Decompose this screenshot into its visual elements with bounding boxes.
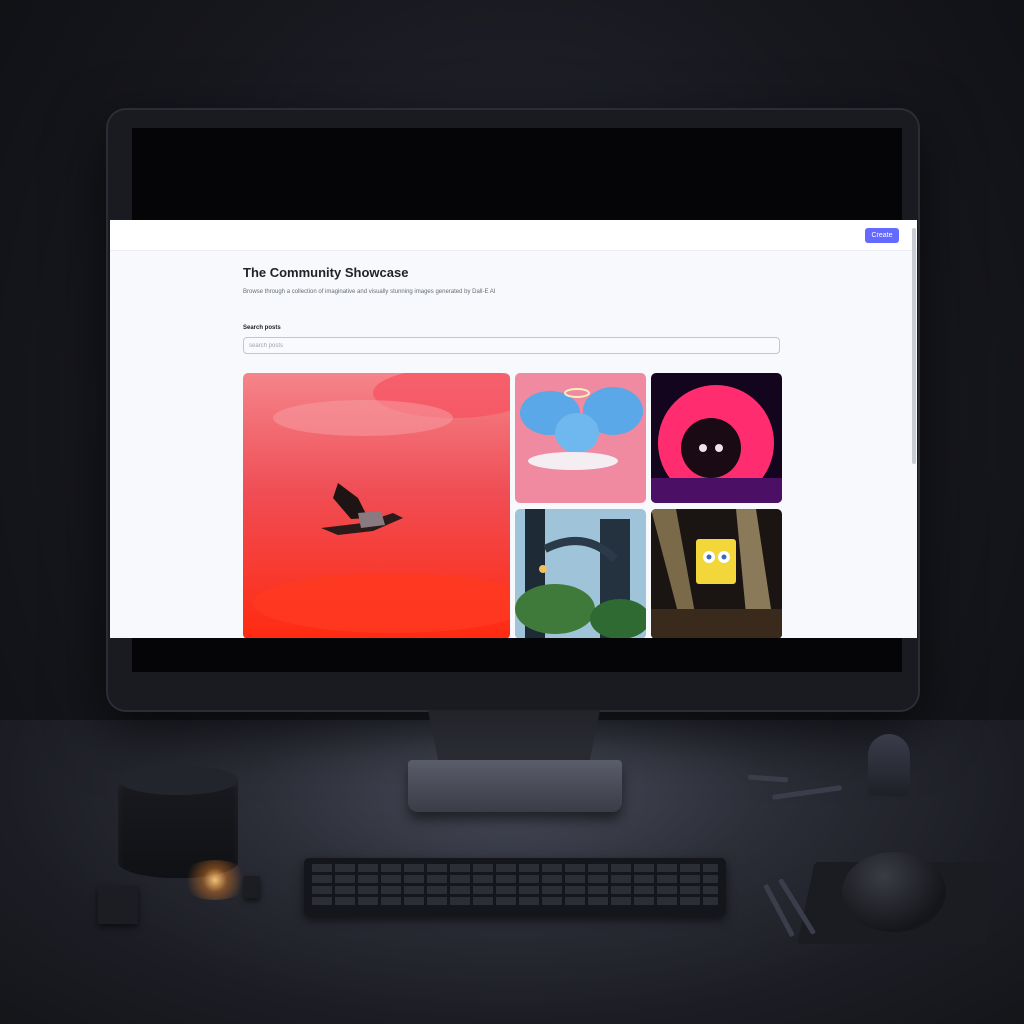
page-title: The Community Showcase xyxy=(243,265,409,280)
search-input[interactable] xyxy=(243,337,780,354)
keyboard xyxy=(304,858,726,916)
gallery-card-sponge[interactable] xyxy=(651,509,782,638)
gallery-card-hedgehog[interactable] xyxy=(651,373,782,503)
hedgehog-image xyxy=(651,373,782,503)
monitor-stand-base xyxy=(408,760,622,812)
keyboard-row xyxy=(312,886,718,894)
bird-image xyxy=(243,373,510,638)
gallery-card-bird[interactable] xyxy=(243,373,510,638)
navbar: Create xyxy=(110,220,917,251)
page-subtitle: Browse through a collection of imaginati… xyxy=(243,289,496,295)
lamp-glow xyxy=(180,860,250,900)
app-window: Create The Community Showcase Browse thr… xyxy=(110,220,917,638)
search-label: Search posts xyxy=(243,325,281,331)
gallery-card-jungle[interactable] xyxy=(515,509,646,638)
desk-cube xyxy=(98,886,138,924)
jungle-image xyxy=(515,509,646,638)
keyboard-row xyxy=(312,864,718,872)
gallery-card-elephant[interactable] xyxy=(515,373,646,503)
keyboard-row xyxy=(312,875,718,883)
elephant-image xyxy=(515,373,646,503)
monitor-bezel-bottom xyxy=(132,638,902,672)
mouse xyxy=(842,852,946,932)
speaker-top xyxy=(118,765,238,795)
desk-cube-small xyxy=(244,876,260,898)
monitor-bezel-top xyxy=(132,128,902,220)
create-button[interactable]: Create xyxy=(865,228,899,243)
scrollbar[interactable] xyxy=(912,228,916,464)
sponge-image xyxy=(651,509,782,638)
keyboard-row xyxy=(312,897,718,905)
desk-gadget xyxy=(868,734,910,796)
